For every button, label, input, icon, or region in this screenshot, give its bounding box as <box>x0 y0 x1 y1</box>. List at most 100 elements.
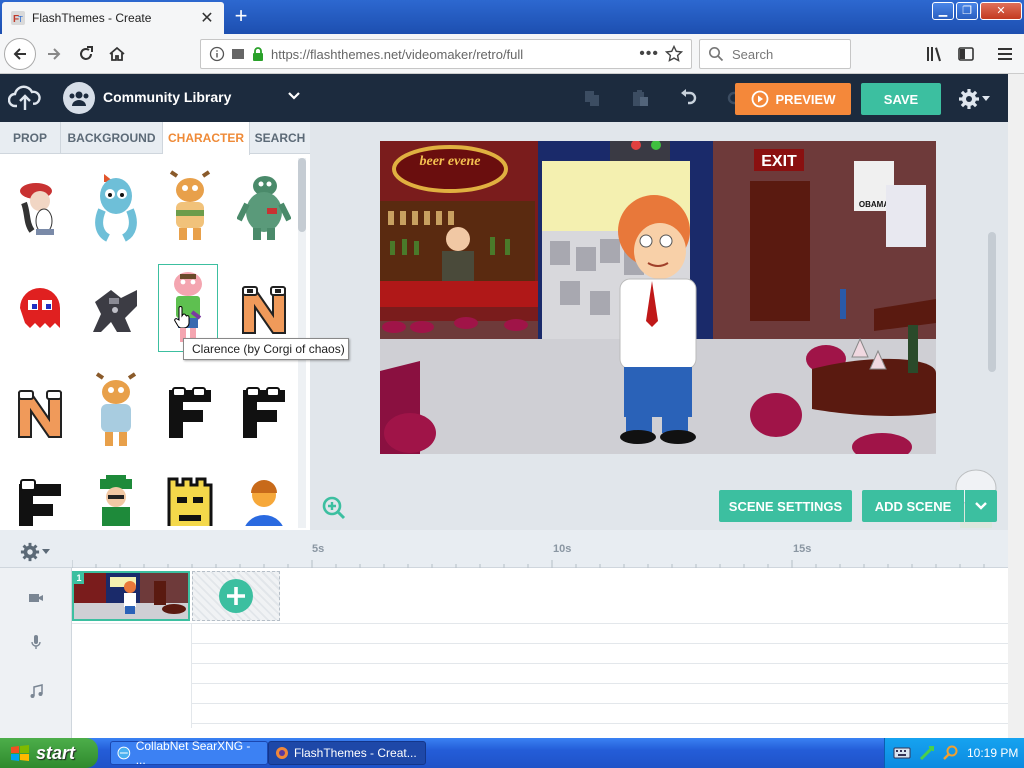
tick-label-5s: 5s <box>312 543 325 555</box>
sidebar-toggle-button[interactable] <box>954 42 978 66</box>
minimize-button[interactable]: ▁ <box>932 2 954 20</box>
browser-nav-bar: https://flashthemes.net/videomaker/retro… <box>0 34 1024 74</box>
character-item-green-hat[interactable] <box>86 462 146 526</box>
settings-menu-button[interactable] <box>958 88 990 110</box>
character-item-blue-creature[interactable] <box>86 162 146 250</box>
character-thumbnail <box>242 286 286 334</box>
character-item-yellow-castle[interactable] <box>160 462 220 526</box>
stage-scrollbar-thumb[interactable] <box>988 232 996 372</box>
svg-text:T: T <box>18 15 23 24</box>
character-item-robot-dragon[interactable] <box>86 264 146 352</box>
add-scene-dropdown-button[interactable] <box>965 490 997 522</box>
add-scene-slot[interactable] <box>192 571 280 621</box>
start-label: start <box>36 742 76 763</box>
character-thumbnail <box>243 387 285 438</box>
keyboard-tray-icon[interactable] <box>893 746 911 760</box>
preview-button[interactable]: PREVIEW <box>735 83 851 115</box>
windows-logo-icon <box>11 745 29 761</box>
copy-button[interactable] <box>568 74 616 122</box>
character-item-letter-f-2[interactable] <box>234 368 294 456</box>
browser-tab-flashthemes[interactable]: FT FlashThemes - Create ✕ <box>2 2 224 34</box>
zoom-in-icon[interactable] <box>322 496 346 520</box>
network-tray-icon[interactable] <box>919 745 935 761</box>
tab-background[interactable]: BACKGROUND <box>61 122 163 154</box>
scene-settings-button[interactable]: SCENE SETTINGS <box>719 490 852 522</box>
preview-label: PREVIEW <box>775 91 836 107</box>
tab-character[interactable]: CHARACTER <box>163 122 250 155</box>
character-item-blue-shirt[interactable] <box>234 462 294 526</box>
taskbar-item-flashthemes[interactable]: FlashThemes - Creat... <box>268 741 426 765</box>
close-tab-icon[interactable]: ✕ <box>198 8 216 28</box>
character-item-letter-f-3[interactable] <box>10 462 70 526</box>
play-circle-icon <box>751 90 768 108</box>
scrollbar-thumb[interactable] <box>298 158 306 232</box>
character-thumbnail <box>18 390 62 438</box>
chevron-down-icon[interactable] <box>287 91 301 101</box>
scene-thumbnail-image <box>74 573 188 619</box>
address-bar[interactable]: https://flashthemes.net/videomaker/retro… <box>200 39 692 69</box>
bookmark-star-icon[interactable] <box>665 45 683 63</box>
community-avatar[interactable] <box>63 82 95 114</box>
system-tray: 10:19 PM <box>884 738 1024 768</box>
scene-thumbnail[interactable]: 1 <box>72 571 190 621</box>
search-box[interactable] <box>699 39 851 69</box>
cloud-upload-icon[interactable] <box>8 84 42 112</box>
tick-label-15s: 15s <box>793 543 812 555</box>
library-title[interactable]: Community Library <box>103 89 231 105</box>
character-item-cow-2[interactable] <box>86 366 146 454</box>
save-button[interactable]: SAVE <box>861 83 941 115</box>
back-button[interactable] <box>4 38 36 70</box>
poster-text: OBAMA <box>859 200 889 209</box>
character-item-cow[interactable] <box>160 162 220 250</box>
reload-icon <box>80 46 93 60</box>
character-thumbnail <box>20 183 54 235</box>
stage-scrollbar[interactable] <box>988 134 996 452</box>
forward-button[interactable] <box>38 38 70 70</box>
browser-app-icon <box>117 746 131 760</box>
search-tray-icon[interactable] <box>943 745 959 761</box>
taskbar-item-searxng[interactable]: CollabNet SearXNG - ... <box>110 739 268 767</box>
character-item-green-monster[interactable] <box>234 162 294 250</box>
page-scrollbar[interactable] <box>1008 74 1024 738</box>
close-window-button[interactable]: ✕ <box>980 2 1022 20</box>
add-scene-button[interactable]: ADD SCENE <box>862 490 964 522</box>
new-tab-button[interactable]: + <box>228 4 254 30</box>
url-text[interactable]: https://flashthemes.net/videomaker/retro… <box>271 47 633 62</box>
paste-icon <box>633 90 648 106</box>
tab-search[interactable]: SEARCH <box>250 122 310 154</box>
lock-icon[interactable] <box>251 46 265 62</box>
character-item-pirate-mouse[interactable] <box>10 162 70 250</box>
character-thumbnail <box>169 387 211 438</box>
undo-icon <box>681 89 697 105</box>
track-divider <box>191 624 192 728</box>
info-icon[interactable] <box>209 46 225 62</box>
scene-canvas[interactable]: beer evene EXIT OBAMA <box>380 141 936 454</box>
character-item-red-ghost[interactable] <box>10 264 70 352</box>
menu-button[interactable] <box>993 42 1017 66</box>
home-button[interactable] <box>101 38 133 70</box>
character-thumbnail <box>93 290 137 332</box>
window-controls: ▁ ❐ ✕ <box>932 2 1022 20</box>
search-input[interactable] <box>732 46 832 62</box>
character-thumbnail <box>245 480 283 526</box>
voice-track-2 <box>192 644 1008 664</box>
reload-button[interactable] <box>70 38 102 70</box>
tab-prop[interactable]: PROP <box>0 122 61 154</box>
start-button[interactable]: start <box>0 738 98 768</box>
character-item-letter-n-2[interactable] <box>10 368 70 456</box>
paste-button[interactable] <box>616 74 664 122</box>
gear-icon <box>959 89 979 109</box>
undo-button[interactable] <box>664 74 712 122</box>
timeline-settings-button[interactable] <box>20 542 50 562</box>
library-icon <box>927 47 941 62</box>
music-track-2 <box>192 684 1008 704</box>
page-actions-icon[interactable]: ••• <box>639 45 659 63</box>
restore-button[interactable]: ❐ <box>956 2 978 20</box>
character-item-letter-f[interactable] <box>160 368 220 456</box>
voice-track <box>192 624 1008 644</box>
library-button[interactable] <box>922 42 946 66</box>
editor-toolbar <box>568 74 760 122</box>
hamburger-menu-icon <box>998 48 1012 60</box>
app-header: Community Library PREVIEW SAVE <box>0 74 1008 122</box>
caret-down-icon <box>42 549 50 554</box>
